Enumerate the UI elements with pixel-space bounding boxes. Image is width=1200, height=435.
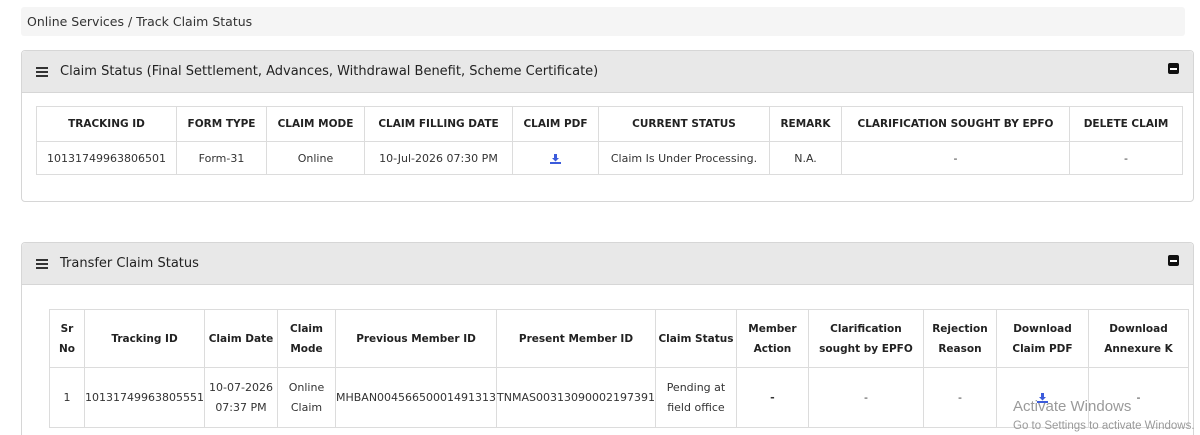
cell-claim-date: 10-07-2026 07:37 PM: [203, 367, 278, 428]
col-remark: REMARK: [769, 106, 842, 142]
transfer-claim-panel-header: Transfer Claim Status: [22, 243, 1193, 285]
col-claim-mode: Claim Mode: [276, 309, 336, 368]
cell-delete-claim: -: [1069, 141, 1183, 175]
cell-current-status: Claim Is Under Processing.: [598, 141, 770, 175]
col-current-status: CURRENT STATUS: [598, 106, 770, 142]
cell-claim-status: Pending at field office: [654, 367, 737, 428]
cell-tracking-id: 10131749963805551: [84, 367, 205, 428]
col-form-type: FORM TYPE: [176, 106, 267, 142]
windows-activation-watermark: Activate Windows: [1013, 398, 1132, 415]
col-previous-member-id: Previous Member ID: [334, 309, 498, 368]
breadcrumb: Online Services / Track Claim Status: [21, 7, 1185, 36]
table-header-row: Sr No Tracking ID Claim Date Claim Mode Pr…: [49, 309, 1190, 368]
col-rejection-reason: Rejection Reason: [922, 309, 997, 368]
table-row: 10131749963806501 Form-31 Online 10-Jul-…: [36, 141, 1183, 175]
col-present-member-id: Present Member ID: [496, 309, 656, 368]
claim-status-table: TRACKING ID FORM TYPE CLAIM MODE CLAIM F…: [36, 106, 1183, 175]
col-claim-pdf: CLAIM PDF: [512, 106, 599, 142]
transfer-claim-title: Transfer Claim Status: [60, 256, 199, 271]
cell-previous-member-id: MHBAN00456650001491313: [334, 367, 498, 428]
download-icon[interactable]: [550, 153, 561, 164]
cell-claim-mode: Online: [266, 141, 365, 175]
cell-filling-date: 10-Jul-2026 07:30 PM: [364, 141, 513, 175]
cell-clarification: -: [807, 367, 924, 428]
cell-tracking-id: 10131749963806501: [36, 141, 177, 175]
breadcrumb-link[interactable]: Online Services / Track Claim Status: [27, 14, 252, 29]
collapse-icon[interactable]: [1168, 63, 1179, 74]
cell-claim-mode: Online Claim: [276, 367, 336, 428]
claim-status-panel-header: Claim Status (Final Settlement, Advances…: [22, 51, 1193, 93]
table-header-row: TRACKING ID FORM TYPE CLAIM MODE CLAIM F…: [36, 106, 1183, 142]
cell-remark: N.A.: [769, 141, 842, 175]
cell-sr-no: 1: [49, 367, 85, 428]
cell-rejection-reason: -: [922, 367, 997, 428]
col-download-annexure: Download Annexure K: [1087, 309, 1190, 368]
cell-clarification: -: [841, 141, 1070, 175]
col-member-action: Member Action: [735, 309, 809, 368]
col-claim-mode: CLAIM MODE: [266, 106, 365, 142]
claim-status-title: Claim Status (Final Settlement, Advances…: [60, 64, 599, 79]
col-filling-date: CLAIM FILLING DATE: [364, 106, 513, 142]
cell-member-action: -: [735, 367, 809, 428]
cell-claim-pdf: [512, 141, 599, 175]
windows-activation-hint: Go to Settings to activate Windows.: [1013, 420, 1195, 432]
collapse-icon[interactable]: [1168, 255, 1179, 266]
menu-icon[interactable]: [36, 259, 48, 269]
col-tracking-id: TRACKING ID: [36, 106, 177, 142]
col-download-claim-pdf: Download Claim PDF: [995, 309, 1089, 368]
col-claim-date: Claim Date: [203, 309, 278, 368]
col-clarification: Clarification sought by EPFO: [807, 309, 924, 368]
claim-status-panel: Claim Status (Final Settlement, Advances…: [21, 50, 1194, 202]
col-claim-status: Claim Status: [654, 309, 737, 368]
cell-form-type: Form-31: [176, 141, 267, 175]
col-clarification: CLARIFICATION SOUGHT BY EPFO: [841, 106, 1070, 142]
col-sr-no: Sr No: [49, 309, 85, 368]
cell-present-member-id: TNMAS00313090002197391: [496, 367, 656, 428]
menu-icon[interactable]: [36, 67, 48, 77]
col-tracking-id: Tracking ID: [84, 309, 205, 368]
col-delete-claim: DELETE CLAIM: [1069, 106, 1183, 142]
